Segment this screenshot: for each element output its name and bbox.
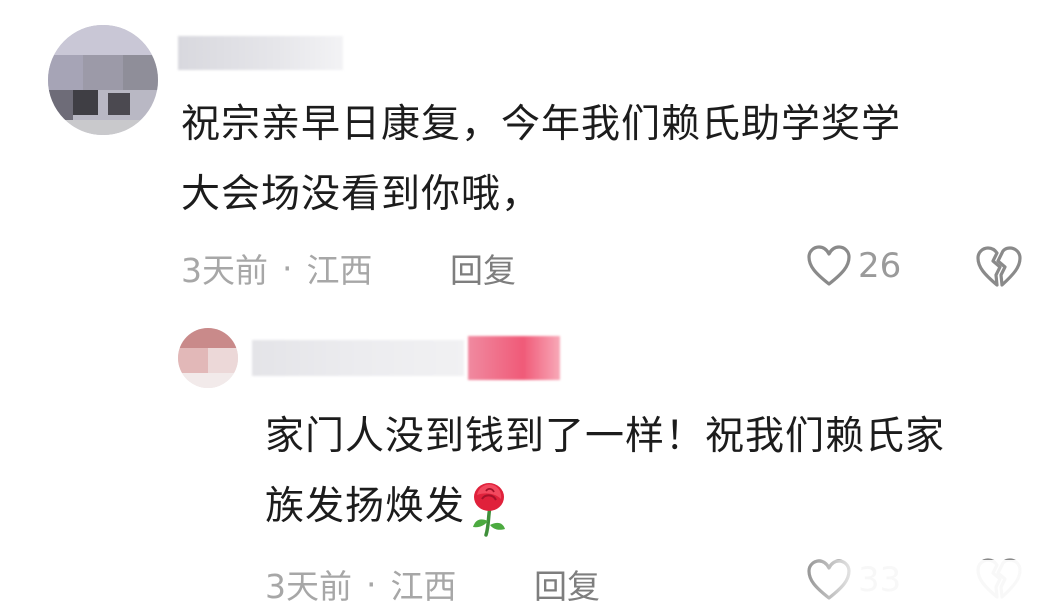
comment-1-dislike-button[interactable] [975, 244, 1023, 294]
heart-outline-icon [807, 245, 851, 286]
broken-heart-outline-icon [976, 246, 1022, 287]
meta-separator: · [282, 248, 293, 288]
watermark-overlay [800, 560, 1045, 613]
avatar-commenter-2[interactable] [178, 328, 238, 388]
comment-2-line-2: 族发扬焕发 [265, 484, 466, 529]
rose-emoji-icon [473, 482, 506, 537]
comment-1-text: 祝宗亲早日康复，今年我们赖氏助学奖学 大会场没看到你哦， [181, 90, 901, 230]
comment-2-location: 江西 [390, 567, 457, 606]
comment-thread: 祝宗亲早日康复，今年我们赖氏助学奖学 大会场没看到你哦， 3天前 · 江西 回复… [0, 0, 1045, 613]
comment-2-meta: 3天前 · 江西 [265, 560, 457, 608]
comment-2-text: 家门人没到钱到了一样！祝我们赖氏家 族发扬焕发 [265, 402, 945, 542]
username-commenter-2-badge [468, 336, 560, 380]
comment-1-line-1: 祝宗亲早日康复，今年我们赖氏助学奖学 [181, 102, 902, 147]
meta-separator: · [366, 564, 377, 604]
avatar-commenter-1[interactable] [48, 25, 158, 135]
comment-1-meta: 3天前 · 江西 [181, 244, 373, 292]
username-commenter-1[interactable] [178, 36, 343, 70]
comment-1-line-2: 大会场没看到你哦， [181, 172, 542, 217]
comment-1-location: 江西 [306, 251, 373, 290]
comment-2-time: 3天前 [265, 567, 352, 606]
comment-1-time: 3天前 [181, 251, 268, 290]
comment-1-reply-button[interactable]: 回复 [450, 244, 516, 292]
comment-1-like-count: 26 [858, 246, 902, 286]
comment-2-reply-button[interactable]: 回复 [534, 560, 600, 608]
username-commenter-2[interactable] [252, 340, 464, 376]
comment-1-like-button[interactable]: 26 [806, 244, 901, 288]
comment-2-line-1: 家门人没到钱到了一样！祝我们赖氏家 [265, 414, 946, 459]
